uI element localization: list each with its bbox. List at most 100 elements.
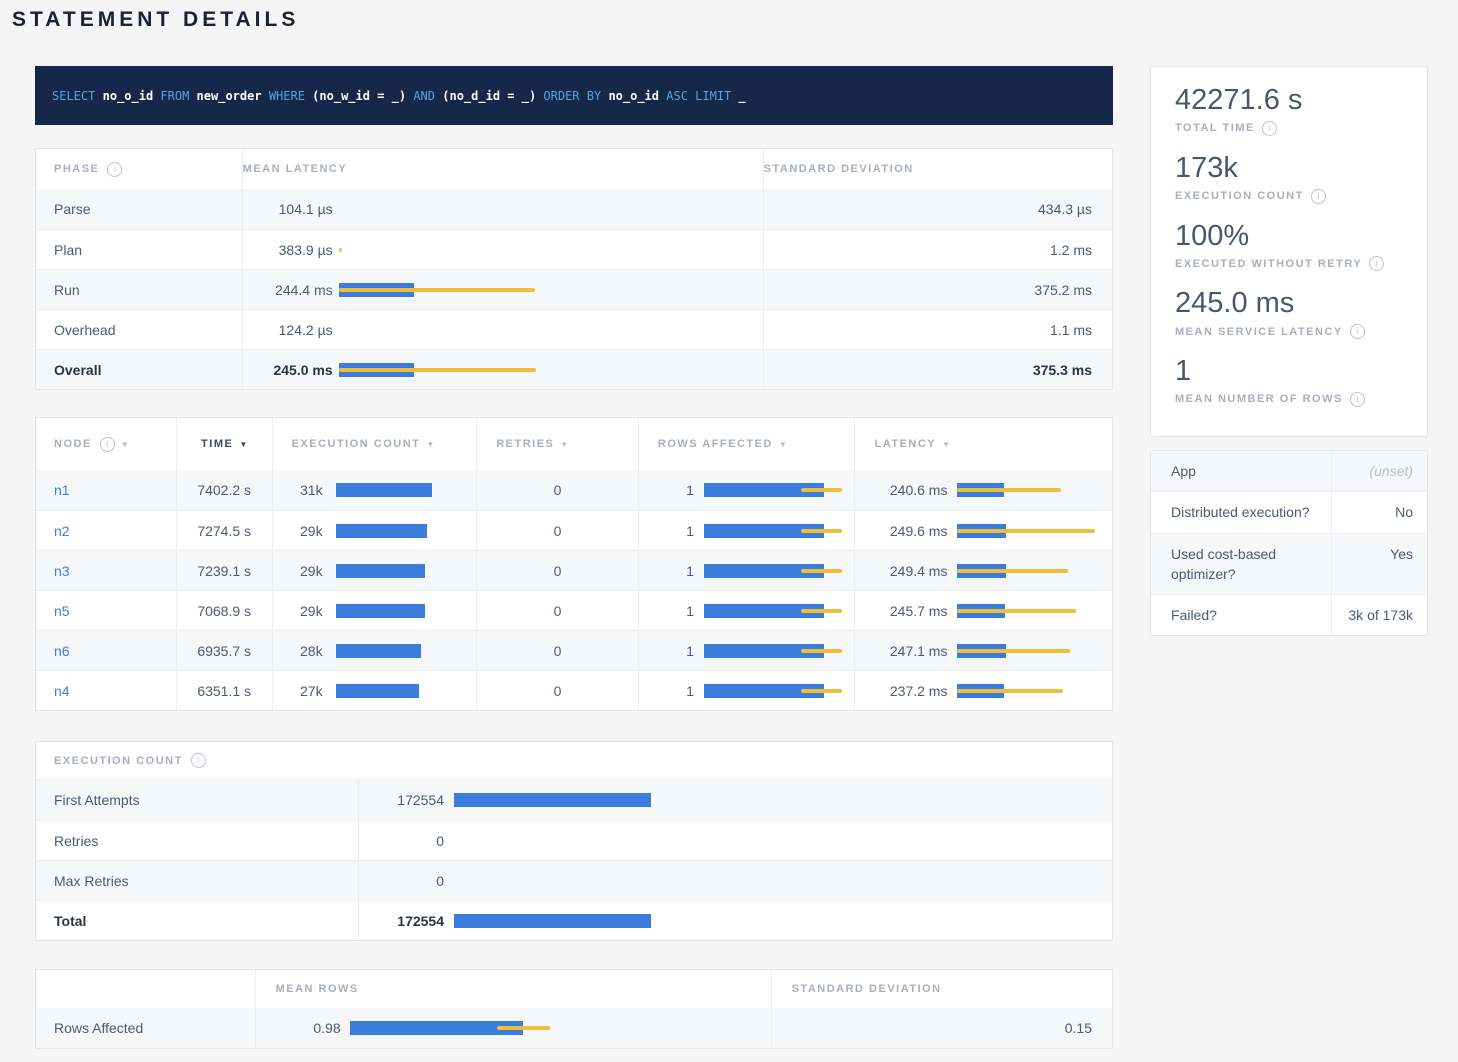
stat-label-text: TOTAL TIME	[1175, 122, 1255, 134]
rows-affected-cell: 1	[638, 631, 855, 670]
retries-value: 0	[476, 470, 638, 510]
mean-bar	[336, 483, 433, 497]
node-cell: n4	[36, 671, 176, 710]
phase-name: Overall	[36, 350, 242, 389]
sort-arrow-icon[interactable]: ▼	[779, 440, 787, 449]
stddev-line	[957, 689, 1062, 693]
node-cell: n2	[36, 511, 176, 550]
node-cell: n5	[36, 591, 176, 630]
stddev-line	[801, 488, 842, 492]
mean-bar	[336, 524, 427, 538]
node-link[interactable]: n2	[54, 523, 70, 539]
right-sidebar: 42271.6 sTOTAL TIMEi173kEXECUTION COUNTi…	[1150, 66, 1428, 636]
execution-count-bar	[454, 901, 724, 940]
node-link[interactable]: n5	[54, 603, 70, 619]
stddev-line	[801, 609, 842, 613]
node-table-row: n17402.2 s31k01240.6 ms	[36, 470, 1112, 510]
retries-value: 0	[476, 671, 638, 710]
time-header-cell[interactable]: TIME ▼	[176, 418, 272, 470]
sql-statement: SELECT no_o_id FROM new_order WHERE (no_…	[52, 89, 746, 103]
rows-affected-bar	[704, 631, 849, 670]
mean-latency-header-label: MEAN LATENCY	[243, 163, 348, 175]
standard-deviation-value: 434.3 µs	[763, 189, 1112, 229]
mean-latency-cell: 104.1 µs	[242, 189, 763, 229]
attribute-row: App(unset)	[1151, 451, 1427, 491]
info-icon[interactable]: i	[1311, 189, 1326, 204]
latency-value: 245.7 ms	[867, 603, 947, 619]
stddev-line	[339, 248, 342, 252]
rows-affected-header-cell[interactable]: ROWS AFFECTED ▼	[638, 418, 855, 470]
stddev-line	[497, 1026, 550, 1030]
sort-arrow-icon[interactable]: ▼	[239, 440, 247, 449]
rows-affected-cell: 1	[638, 591, 855, 630]
latency-bar	[957, 671, 1105, 710]
retries-header-cell[interactable]: RETRIES ▼	[476, 418, 638, 470]
execution-count-bar	[336, 511, 472, 550]
summary-stat: 173kEXECUTION COUNTi	[1175, 151, 1405, 204]
retries-value: 0	[476, 551, 638, 590]
info-icon[interactable]: i	[1369, 256, 1384, 271]
sort-arrow-icon[interactable]: ▼	[942, 440, 950, 449]
execution-count-table-header: EXECUTION COUNT i	[36, 742, 1112, 780]
standard-deviation-value: 375.2 ms	[763, 270, 1112, 309]
rows-affected-bar	[704, 671, 849, 710]
latency-bar	[957, 591, 1105, 630]
latency-value: 237.2 ms	[867, 683, 947, 699]
phase-name: Plan	[36, 230, 242, 269]
rows-affected-bar	[704, 511, 849, 550]
attribute-value: No	[1331, 492, 1427, 532]
execution-count-row-cell: 172554	[358, 901, 1112, 940]
rows-affected-header-label: ROWS AFFECTED	[658, 438, 773, 450]
stddev-line	[957, 488, 1061, 492]
stddev-line	[339, 288, 535, 292]
mean-rows-value: 0.98	[256, 1020, 341, 1036]
sort-arrow-icon[interactable]: ▼	[121, 440, 129, 449]
latency-bar	[339, 350, 759, 389]
execution-count-cell: 29k	[272, 511, 477, 550]
attribute-value: (unset)	[1331, 451, 1427, 491]
latency-bar	[957, 511, 1105, 550]
mean-latency-value: 383.9 µs	[243, 242, 333, 258]
sql-keyword: AND	[413, 89, 435, 103]
info-icon[interactable]: i	[1262, 121, 1277, 136]
node-link[interactable]: n3	[54, 563, 70, 579]
latency-header-cell[interactable]: LATENCY ▼	[854, 418, 1112, 470]
phase-table-header: PHASE i MEAN LATENCY STANDARD DEVIATION	[36, 149, 1112, 189]
stat-label: MEAN NUMBER OF ROWSi	[1175, 392, 1405, 407]
latency-bar	[957, 631, 1105, 670]
sort-arrow-icon[interactable]: ▼	[560, 440, 568, 449]
phase-header-label: PHASE	[54, 163, 99, 175]
node-header-cell[interactable]: NODE i ▼	[36, 418, 176, 470]
latency-bar	[339, 230, 759, 269]
info-icon[interactable]: i	[1350, 392, 1365, 407]
node-cell: n6	[36, 631, 176, 670]
info-icon[interactable]: i	[100, 437, 115, 452]
phase-name: Run	[36, 270, 242, 309]
attribute-label: Used cost-based optimizer?	[1151, 534, 1331, 595]
latency-value: 249.4 ms	[867, 563, 947, 579]
standard-deviation-header-label: STANDARD DEVIATION	[792, 983, 942, 995]
stddev-line	[339, 368, 536, 372]
stat-value: 173k	[1175, 151, 1405, 186]
execution-count-row: Retries0	[36, 820, 1112, 860]
info-icon[interactable]: i	[191, 753, 206, 768]
node-link[interactable]: n1	[54, 482, 70, 498]
rows-affected-value: 1	[649, 603, 694, 619]
latency-value: 247.1 ms	[867, 643, 947, 659]
phase-table-row: Plan383.9 µs1.2 ms	[36, 229, 1112, 269]
phase-table-row: Parse104.1 µs434.3 µs	[36, 189, 1112, 229]
execution-count-bar	[454, 780, 724, 820]
execution-count-row-cell: 172554	[358, 780, 1112, 820]
node-table-header: NODE i ▼ TIME ▼ EXECUTION COUNT ▼ RETRIE…	[36, 418, 1112, 470]
node-link[interactable]: n6	[54, 643, 70, 659]
info-icon[interactable]: i	[1350, 324, 1365, 339]
sort-arrow-icon[interactable]: ▼	[426, 440, 434, 449]
info-icon[interactable]: i	[107, 162, 122, 177]
execution-count-bar	[454, 861, 724, 900]
execution-count-header-cell[interactable]: EXECUTION COUNT ▼	[272, 418, 477, 470]
node-link[interactable]: n4	[54, 683, 70, 699]
execution-count-row: Max Retries0	[36, 860, 1112, 900]
mean-latency-cell: 124.2 µs	[242, 310, 763, 349]
execution-count-row-cell: 0	[358, 861, 1112, 900]
execution-count-row: First Attempts172554	[36, 780, 1112, 820]
